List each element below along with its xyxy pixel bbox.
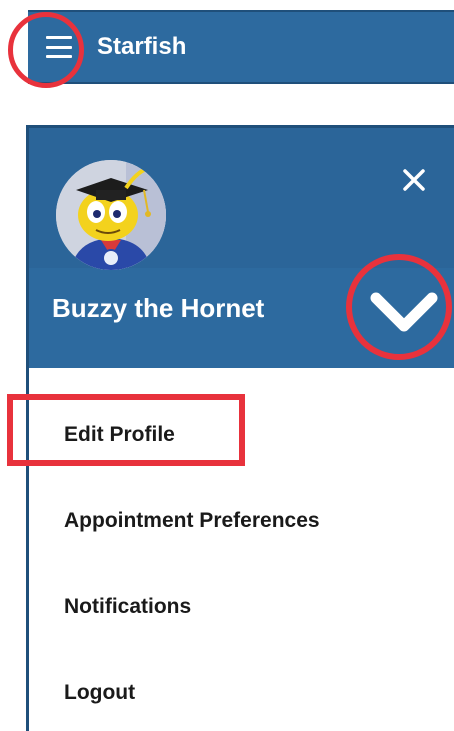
- hamburger-menu-icon[interactable]: [46, 36, 72, 58]
- menu-item-logout[interactable]: Logout: [64, 681, 135, 705]
- menu-line: [46, 45, 72, 49]
- app-header: [28, 10, 454, 84]
- menu-item-notifications[interactable]: Notifications: [64, 595, 191, 619]
- avatar[interactable]: [56, 160, 166, 270]
- mascot-avatar-image: [56, 160, 166, 270]
- chevron-down-icon[interactable]: [368, 272, 440, 348]
- menu-item-appointment-preferences[interactable]: Appointment Preferences: [64, 509, 320, 533]
- app-title: Starfish: [97, 33, 187, 60]
- close-icon[interactable]: [400, 166, 428, 194]
- user-name: Buzzy the Hornet: [52, 293, 265, 323]
- menu-line: [46, 36, 72, 39]
- menu-item-edit-profile[interactable]: Edit Profile: [64, 423, 175, 447]
- menu-line: [46, 55, 72, 58]
